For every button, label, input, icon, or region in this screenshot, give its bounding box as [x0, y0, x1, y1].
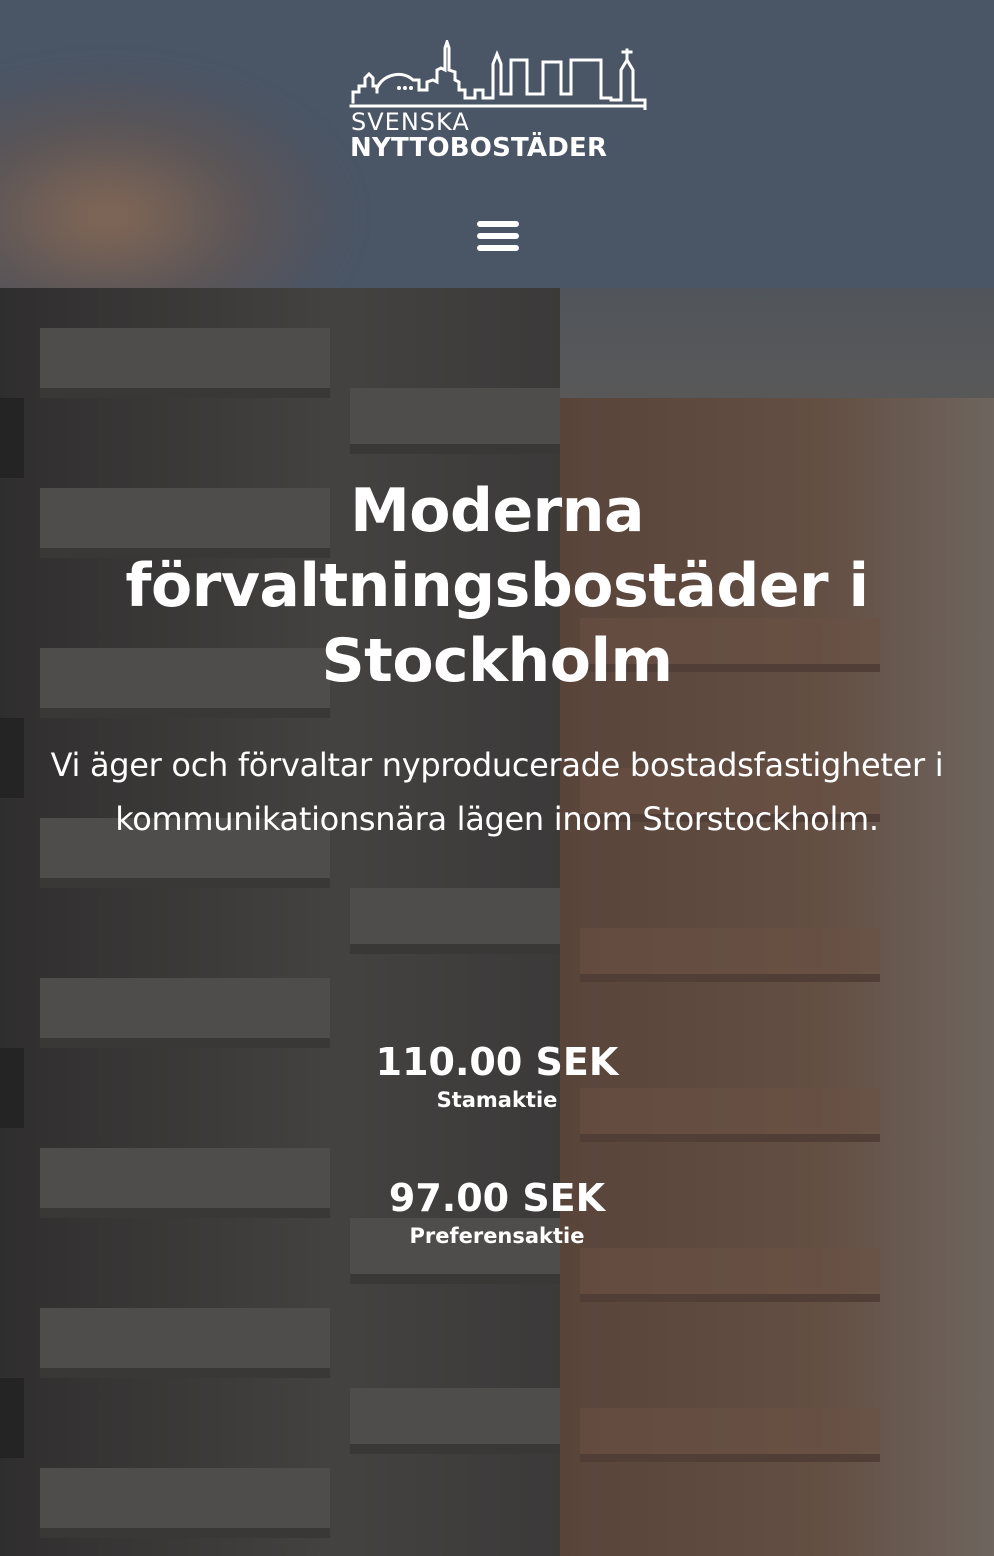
- share-price-label: Preferensaktie: [409, 1224, 585, 1248]
- stockholm-skyline-icon: [349, 40, 647, 110]
- site-header: SVENSKA NYTTOBOSTÄDER: [0, 0, 994, 288]
- hamburger-menu-icon[interactable]: [470, 212, 526, 260]
- header-background-blur: [0, 60, 360, 288]
- hero-section: Moderna förvaltningsbostäder i Stockholm…: [0, 288, 994, 1556]
- site-logo[interactable]: SVENSKA NYTTOBOSTÄDER: [347, 40, 649, 164]
- logo-text-line2: NYTTOBOSTÄDER: [350, 133, 608, 163]
- hero-description: Vi äger och förvaltar nyproducerade bost…: [50, 746, 944, 838]
- share-price-common: 110.00 SEK Stamaktie: [0, 1038, 994, 1114]
- share-price-label: Stamaktie: [436, 1088, 558, 1112]
- share-price-preference: 97.00 SEK Preferensaktie: [0, 1174, 994, 1250]
- menu-bar: [477, 221, 519, 227]
- share-price-value: 97.00 SEK: [388, 1176, 606, 1220]
- logo-text-line1: SVENSKA: [351, 108, 470, 136]
- share-price-value: 110.00 SEK: [375, 1040, 619, 1084]
- hero-title: Moderna förvaltningsbostäder i Stockholm: [125, 476, 869, 696]
- menu-bar: [477, 245, 519, 251]
- menu-bar: [477, 233, 519, 239]
- page: SVENSKA NYTTOBOSTÄDER Moderna förvaltnin…: [0, 0, 994, 1556]
